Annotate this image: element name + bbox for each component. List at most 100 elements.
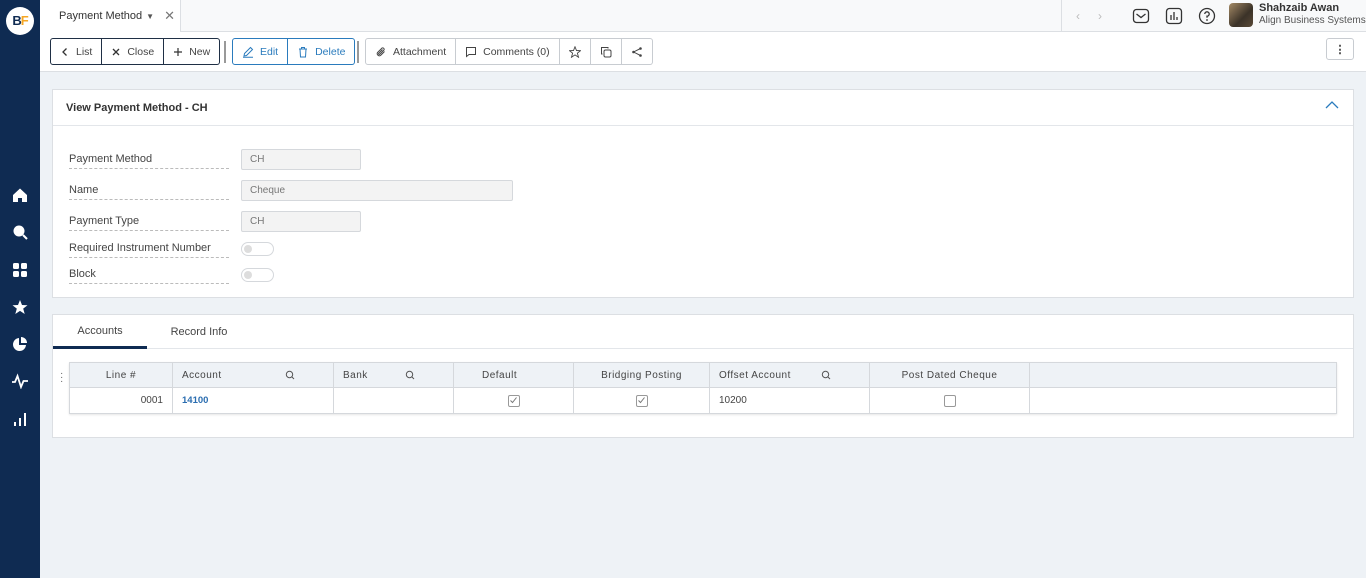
payment-method-panel: View Payment Method - CH Payment Method … <box>52 89 1354 298</box>
help-icon[interactable] <box>1198 7 1216 25</box>
app-logo[interactable]: BF <box>6 7 34 35</box>
checkmark-icon <box>510 397 517 404</box>
column-offset-account-label: Offset Account <box>719 369 791 381</box>
accounts-grid: Line # Account Bank Default Bridging Pos… <box>69 362 1337 414</box>
close-icon <box>112 48 120 55</box>
favorite-button[interactable] <box>559 38 591 65</box>
tab-record-info[interactable]: Record Info <box>157 315 241 349</box>
table-row[interactable]: 0001 14100 10200 <box>70 388 1336 413</box>
column-bank-label: Bank <box>343 369 368 381</box>
delete-button[interactable]: Delete <box>288 38 356 65</box>
record-navigation: ‹ › <box>1061 0 1102 32</box>
required-instrument-number-toggle[interactable] <box>241 242 274 256</box>
bridging-posting-checkbox[interactable] <box>635 394 648 407</box>
column-account[interactable]: Account <box>173 363 334 387</box>
detail-tabs: Accounts Record Info <box>53 315 1353 349</box>
pencil-icon <box>243 46 254 58</box>
attachment-label: Attachment <box>393 45 447 58</box>
post-dated-cheque-checkbox[interactable] <box>943 394 956 407</box>
comments-label: Comments (0) <box>483 45 550 58</box>
payment-type-input[interactable]: CH <box>241 211 361 232</box>
comments-button[interactable]: Comments (0) <box>456 38 560 65</box>
cell-line: 0001 <box>70 388 173 413</box>
panel-title: View Payment Method - CH <box>53 90 1353 126</box>
name-label: Name <box>69 184 229 200</box>
next-record-icon[interactable]: › <box>1098 9 1102 23</box>
plus-icon <box>174 47 183 56</box>
list-label: List <box>76 45 93 58</box>
new-label: New <box>189 45 211 58</box>
block-toggle[interactable] <box>241 268 274 282</box>
search-icon[interactable] <box>821 370 831 380</box>
user-company: Align Business Systems <box>1259 15 1366 26</box>
cell-account: 14100 <box>173 388 334 413</box>
caret-down-icon[interactable]: ▼ <box>146 12 154 21</box>
list-button[interactable]: List <box>50 38 103 65</box>
divider <box>224 41 226 63</box>
navigation-button-group: List Close New <box>50 38 221 65</box>
copy-button[interactable] <box>590 38 622 65</box>
search-icon[interactable] <box>285 370 295 380</box>
grid-header: Line # Account Bank Default Bridging Pos… <box>70 363 1336 388</box>
sidebar: BF <box>0 0 40 578</box>
column-default[interactable]: Default <box>454 363 574 387</box>
activity-icon[interactable] <box>10 371 30 391</box>
star-icon[interactable] <box>10 297 30 317</box>
tab-accounts[interactable]: Accounts <box>53 315 147 349</box>
edit-label: Edit <box>260 45 279 58</box>
apps-icon[interactable] <box>10 260 30 280</box>
payment-type-label: Payment Type <box>69 215 229 231</box>
comment-icon <box>466 46 477 58</box>
column-bank[interactable]: Bank <box>334 363 454 387</box>
payment-method-label: Payment Method <box>69 153 229 169</box>
pie-chart-icon[interactable] <box>10 334 30 354</box>
checkmark-icon <box>638 397 645 404</box>
attachment-button[interactable]: Attachment <box>365 38 457 65</box>
divider <box>357 41 359 63</box>
edit-button-group: Edit Delete <box>232 38 356 65</box>
column-filler <box>1030 363 1336 387</box>
cell-filler <box>1030 388 1336 413</box>
required-instrument-number-label: Required Instrument Number <box>69 242 229 258</box>
tab-label: Payment Method <box>59 10 143 22</box>
name-input[interactable]: Cheque <box>241 180 513 201</box>
home-icon[interactable] <box>10 185 30 205</box>
previous-record-icon[interactable]: ‹ <box>1076 9 1080 23</box>
column-bridging-posting[interactable]: Bridging Posting <box>574 363 710 387</box>
mail-icon[interactable] <box>1132 7 1150 25</box>
column-offset-account[interactable]: Offset Account <box>710 363 870 387</box>
search-icon[interactable] <box>405 370 415 380</box>
collapse-chevron-up-icon[interactable] <box>1325 100 1339 113</box>
actions-button-group: Attachment Comments (0) <box>365 38 653 65</box>
payment-method-input[interactable]: CH <box>241 149 361 170</box>
trash-icon <box>299 46 308 57</box>
cell-post-dated-cheque <box>870 388 1030 413</box>
column-post-dated-cheque[interactable]: Post Dated Cheque <box>870 363 1030 387</box>
close-tab-icon[interactable]: ✕ <box>164 8 175 24</box>
reports-icon[interactable] <box>1165 7 1183 25</box>
search-icon[interactable] <box>10 222 30 242</box>
cell-offset-account: 10200 <box>710 388 870 413</box>
tab-payment-method[interactable]: Payment Method ▼ ✕ <box>40 0 181 32</box>
toolbar: List Close New Edit Delete Attachment Co… <box>40 32 1366 72</box>
top-bar: Payment Method ▼ ✕ ‹ › Shahzaib Awan Ali… <box>40 0 1366 32</box>
edit-button[interactable]: Edit <box>232 38 289 65</box>
column-account-label: Account <box>182 369 222 381</box>
grid-menu-icon[interactable]: · · · <box>60 369 63 387</box>
bar-chart-icon[interactable] <box>10 409 30 429</box>
user-avatar[interactable] <box>1229 3 1253 27</box>
accounts-panel: Accounts Record Info · · · Line # Account … <box>52 314 1354 438</box>
new-button[interactable]: New <box>164 38 221 65</box>
share-icon <box>631 46 642 57</box>
cell-bridging-posting <box>574 388 710 413</box>
delete-label: Delete <box>315 45 346 58</box>
copy-icon <box>600 46 612 57</box>
close-button[interactable]: Close <box>102 38 165 65</box>
default-checkbox[interactable] <box>507 394 520 407</box>
column-line[interactable]: Line # <box>70 363 173 387</box>
paperclip-icon <box>376 46 385 56</box>
share-button[interactable] <box>621 38 653 65</box>
more-options-button[interactable]: ⋮ <box>1326 38 1354 60</box>
account-link[interactable]: 14100 <box>182 395 208 406</box>
cell-default <box>454 388 574 413</box>
